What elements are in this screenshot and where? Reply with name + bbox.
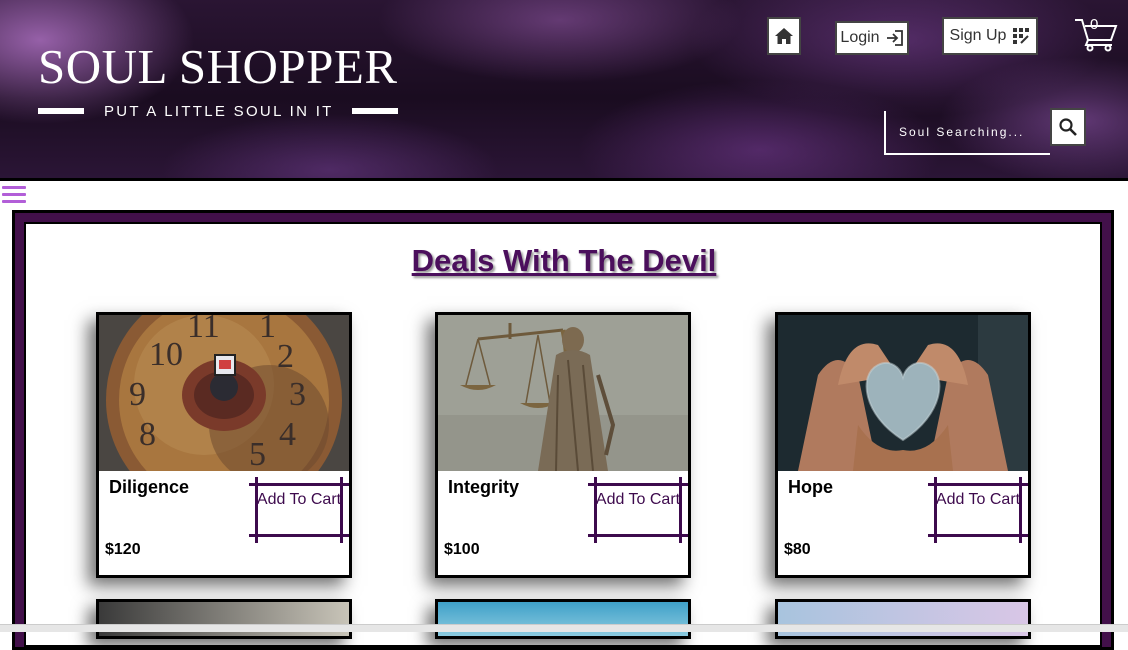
lady-justice-statue-image[interactable] — [438, 315, 688, 471]
cart-button[interactable]: 0 — [1073, 16, 1119, 52]
search-icon — [1059, 118, 1077, 136]
hamburger-menu-button[interactable] — [2, 186, 26, 203]
add-to-cart-label: Add To Cart — [256, 491, 342, 508]
signup-label: Sign Up — [949, 27, 1007, 44]
search-input[interactable] — [884, 111, 1050, 155]
svg-text:11: 11 — [187, 315, 220, 345]
svg-text:2: 2 — [277, 338, 294, 375]
add-to-cart-button[interactable]: Add To Cart — [588, 477, 688, 543]
hands-holding-heart-stone-image[interactable] — [778, 315, 1028, 471]
product-card — [96, 599, 352, 639]
site-title[interactable]: SOUL SHOPPER — [38, 38, 398, 95]
product-price: $120 — [105, 541, 141, 558]
login-icon — [886, 30, 903, 46]
product-name[interactable]: Diligence — [109, 477, 189, 498]
product-card: Hope Add To Cart $80 — [775, 312, 1031, 578]
login-label: Login — [840, 29, 880, 46]
svg-text:10: 10 — [149, 336, 183, 373]
product-name[interactable]: Integrity — [448, 477, 519, 498]
home-button[interactable] — [767, 17, 801, 55]
product-price: $100 — [444, 541, 480, 558]
tagline-bar-right — [352, 108, 398, 114]
product-name[interactable]: Hope — [788, 477, 833, 498]
svg-text:1: 1 — [259, 315, 276, 345]
signup-icon — [1013, 28, 1030, 44]
login-button[interactable]: Login — [835, 21, 909, 55]
tagline-bar-left — [38, 108, 84, 114]
signup-button[interactable]: Sign Up — [942, 17, 1038, 55]
menu-icon-line — [2, 186, 26, 189]
product-card: Integrity Add To Cart $100 — [435, 312, 691, 578]
add-to-cart-label: Add To Cart — [595, 491, 681, 508]
horizontal-scrollbar[interactable] — [0, 624, 1128, 632]
menu-icon-line — [2, 193, 26, 196]
product-card: 10 11 1 239 845 Diligence Add To Cart $120 — [96, 312, 352, 578]
product-card — [435, 599, 691, 639]
svg-text:8: 8 — [139, 416, 156, 453]
product-card — [775, 599, 1031, 639]
add-to-cart-button[interactable]: Add To Cart — [928, 477, 1028, 543]
section-title: Deals With The Devil — [411, 243, 717, 278]
svg-text:3: 3 — [289, 376, 306, 413]
add-to-cart-button[interactable]: Add To Cart — [249, 477, 349, 543]
home-icon — [775, 28, 793, 44]
svg-text:9: 9 — [129, 376, 146, 413]
site-header: SOUL SHOPPER PUT A LITTLE SOUL IN IT Log… — [0, 0, 1128, 181]
menu-icon-line — [2, 200, 26, 203]
site-tagline: PUT A LITTLE SOUL IN IT — [104, 103, 334, 120]
product-price: $80 — [784, 541, 811, 558]
svg-text:4: 4 — [279, 416, 296, 453]
add-to-cart-label: Add To Cart — [935, 491, 1021, 508]
svg-text:5: 5 — [249, 436, 266, 471]
cart-count-badge: 0 — [1090, 16, 1099, 33]
clock-with-person-image[interactable]: 10 11 1 239 845 — [99, 315, 349, 471]
search-button[interactable] — [1050, 108, 1086, 146]
